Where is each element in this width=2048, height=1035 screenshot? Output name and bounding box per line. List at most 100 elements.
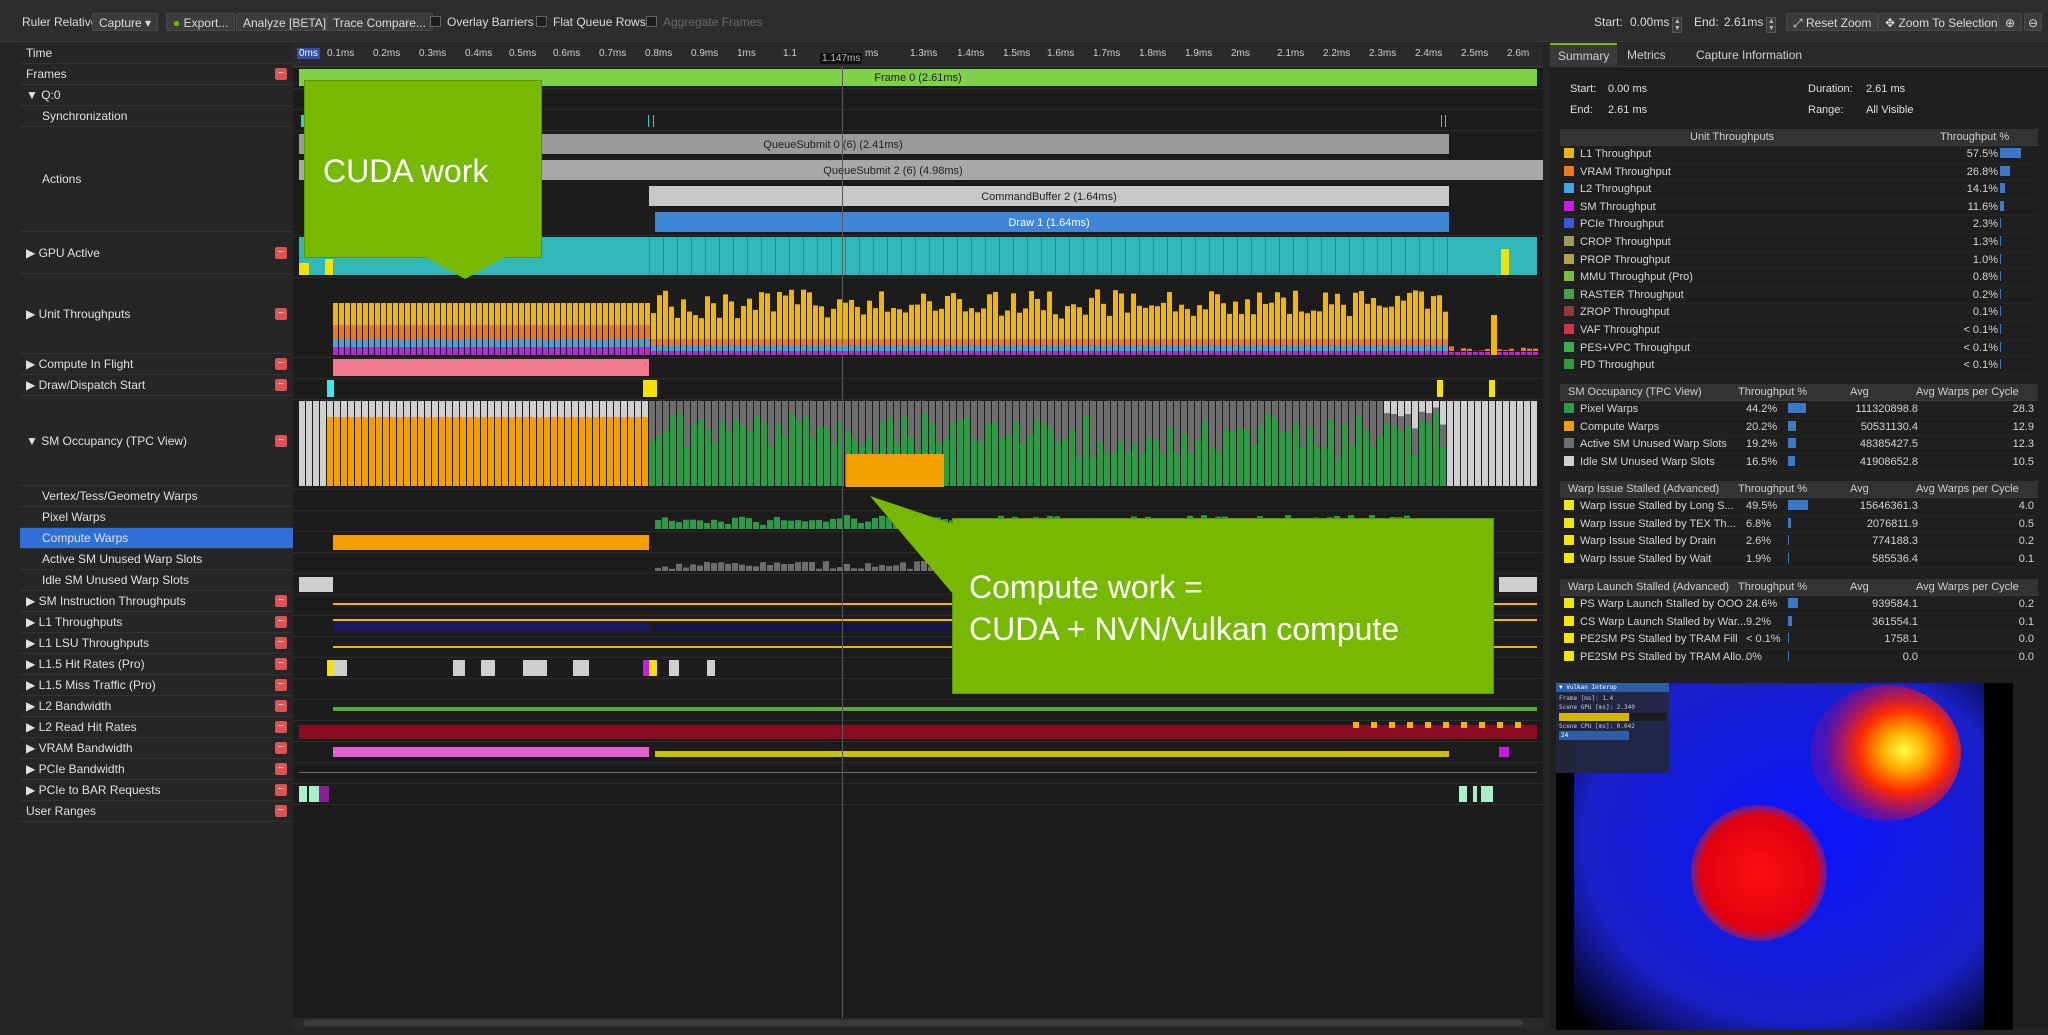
track-row[interactable]: Idle SM Unused Warp Slots <box>20 570 293 591</box>
zoom-in-button[interactable]: ⊕ <box>1998 13 2023 31</box>
track-row[interactable]: Synchronization <box>20 106 293 127</box>
end-input[interactable]: 2.61ms ▲ ▼ <box>1724 13 1777 33</box>
table-row[interactable]: RASTER Throughput 0.2% <box>1560 287 2038 305</box>
track-row[interactable]: ▶ L1.5 Miss Traffic (Pro) − <box>20 675 293 696</box>
track-row[interactable]: User Ranges − <box>20 801 293 822</box>
column-header[interactable]: Warp Issue Stalled (Advanced) <box>1568 483 1719 495</box>
remove-row-icon[interactable]: − <box>275 246 287 259</box>
remove-row-icon[interactable]: − <box>275 379 287 391</box>
table-row[interactable]: L2 Throughput 14.1% <box>1560 181 2038 199</box>
export-button[interactable]: ● Export... <box>166 13 236 31</box>
remove-row-icon[interactable]: − <box>275 307 287 320</box>
table-row[interactable]: PCIe Throughput 2.3% <box>1560 216 2038 234</box>
trace-compare-button[interactable]: Trace Compare... <box>326 13 433 31</box>
track-row[interactable]: Active SM Unused Warp Slots <box>20 549 293 570</box>
flat-queue-rows-toggle[interactable]: Flat Queue Rows <box>536 13 646 31</box>
track-row[interactable]: ▶ Compute In Flight − <box>20 354 293 375</box>
tab-capture-information[interactable]: Capture Information <box>1688 43 1810 67</box>
table-row[interactable]: PD Throughput < 0.1% <box>1560 357 2038 375</box>
remove-row-icon[interactable]: − <box>275 784 287 796</box>
table-row[interactable]: CROP Throughput 1.3% <box>1560 234 2038 252</box>
table-row[interactable]: VRAM Throughput 26.8% <box>1560 164 2038 182</box>
remove-row-icon[interactable]: − <box>275 763 287 775</box>
column-header[interactable]: Throughput % <box>1738 386 1807 398</box>
table-row[interactable]: PROP Throughput 1.0% <box>1560 252 2038 270</box>
track-row[interactable]: ▶ PCIe to BAR Requests − <box>20 780 293 801</box>
remove-row-icon[interactable]: − <box>275 805 287 817</box>
table-row[interactable]: Compute Warps 50531130.4 12.9 20.2% <box>1560 419 2038 437</box>
remove-row-icon[interactable]: − <box>275 700 287 712</box>
track-row[interactable]: ▶ PCIe Bandwidth − <box>20 759 293 780</box>
track-row[interactable]: ▶ SM Instruction Throughputs − <box>20 591 293 612</box>
table-row[interactable]: Warp Issue Stalled by Long S... 15646361.… <box>1560 498 2038 516</box>
column-header[interactable]: Throughput % <box>1738 581 1807 593</box>
column-header[interactable]: Warp Launch Stalled (Advanced) <box>1568 581 1729 593</box>
track-row[interactable]: ▶ L1 Throughputs − <box>20 612 293 633</box>
table-row[interactable]: PE2SM PS Stalled by TRAM Allo... 0.0 0.0 0% <box>1560 649 2038 667</box>
track-row[interactable]: ▶ Draw/Dispatch Start − <box>20 375 293 396</box>
column-header[interactable]: Throughput % <box>1738 483 1807 495</box>
overlay-input[interactable]: 24 <box>1559 731 1629 740</box>
table-row[interactable]: PES+VPC Throughput < 0.1% <box>1560 340 2038 358</box>
table-row[interactable]: Warp Issue Stalled by TEX Th... 2076811.9… <box>1560 516 2038 534</box>
tab-summary[interactable]: Summary <box>1550 43 1618 67</box>
track-row[interactable]: Time <box>20 43 293 64</box>
remove-row-icon[interactable]: − <box>275 595 287 607</box>
track-row[interactable]: Pixel Warps <box>20 507 293 528</box>
column-header[interactable]: Avg <box>1850 483 1869 495</box>
track-row[interactable]: Frames − <box>20 64 293 85</box>
remove-row-icon[interactable]: − <box>275 637 287 649</box>
column-header[interactable]: Throughput % <box>1940 131 2009 143</box>
table-row[interactable]: Active SM Unused Warp Slots 48385427.5 12.… <box>1560 436 2038 454</box>
column-header[interactable]: Avg Warps per Cycle <box>1916 483 2019 495</box>
column-header[interactable]: Avg <box>1850 386 1869 398</box>
zoom-out-button[interactable]: ⊖ <box>2024 13 2043 31</box>
remove-row-icon[interactable]: − <box>275 434 287 447</box>
track-row[interactable]: ▼ SM Occupancy (TPC View) − <box>20 396 293 486</box>
track-row[interactable]: ▶ L2 Read Hit Rates − <box>20 717 293 738</box>
start-input[interactable]: 0.00ms ▲ ▼ <box>1630 13 1683 33</box>
track-row[interactable]: ▶ L1 LSU Throughputs − <box>20 633 293 654</box>
overlay-barriers-toggle[interactable]: Overlay Barriers <box>430 13 534 31</box>
table-row[interactable]: CS Warp Launch Stalled by War... 361554.1… <box>1560 614 2038 632</box>
column-header[interactable]: Avg Warps per Cycle <box>1916 386 2019 398</box>
remove-row-icon[interactable]: − <box>275 679 287 691</box>
table-row[interactable]: Pixel Warps 111320898.8 28.3 44.2% <box>1560 401 2038 419</box>
track-row[interactable]: ▶ GPU Active − <box>20 232 293 274</box>
aggregate-frames-toggle[interactable]: Aggregate Frames <box>646 13 762 31</box>
horizontal-scrollbar[interactable] <box>293 1018 1543 1028</box>
scrollbar-thumb[interactable] <box>303 1020 1523 1026</box>
column-header[interactable]: Avg <box>1850 581 1869 593</box>
column-header[interactable]: Unit Throughputs <box>1690 131 1774 143</box>
table-row[interactable]: SM Throughput 11.6% <box>1560 199 2038 217</box>
track-row[interactable]: ▶ L2 Bandwidth − <box>20 696 293 717</box>
track-row[interactable]: Actions <box>20 127 293 232</box>
spinner-icon[interactable]: ▲ ▼ <box>1672 17 1683 33</box>
table-row[interactable]: MMU Throughput (Pro) 0.8% <box>1560 269 2038 287</box>
remove-row-icon[interactable]: − <box>275 358 287 370</box>
analyze-button[interactable]: Analyze [BETA] <box>236 13 334 31</box>
track-row[interactable]: ▶ VRAM Bandwidth − <box>20 738 293 759</box>
remove-row-icon[interactable]: − <box>275 658 287 670</box>
tab-metrics[interactable]: Metrics <box>1619 43 1674 67</box>
remove-row-icon[interactable]: − <box>275 616 287 628</box>
track-row[interactable]: Vertex/Tess/Geometry Warps <box>20 486 293 507</box>
column-header[interactable]: SM Occupancy (TPC View) <box>1568 386 1702 398</box>
reset-zoom-button[interactable]: ⤢ Reset Zoom <box>1786 13 1879 31</box>
spinner-icon[interactable]: ▲ ▼ <box>1766 17 1777 33</box>
table-row[interactable]: Warp Issue Stalled by Wait 585536.4 0.1 1.9… <box>1560 551 2038 569</box>
remove-row-icon[interactable]: − <box>275 68 287 80</box>
table-row[interactable]: Warp Issue Stalled by Drain 774188.3 0.2 2.… <box>1560 533 2038 551</box>
table-row[interactable]: L1 Throughput 57.5% <box>1560 146 2038 164</box>
track-row[interactable]: ▼ Q:0 <box>20 85 293 106</box>
remove-row-icon[interactable]: − <box>275 742 287 754</box>
table-row[interactable]: PS Warp Launch Stalled by OOO ... 939584.… <box>1560 596 2038 614</box>
remove-row-icon[interactable]: − <box>275 721 287 733</box>
table-row[interactable]: ZROP Throughput 0.1% <box>1560 304 2038 322</box>
track-row[interactable]: Compute Warps <box>20 528 293 549</box>
time-ruler[interactable]: 0ms 0.1ms 0.2ms 0.3ms 0.4ms 0.5ms 0.6ms 0.7ms 0.… <box>293 43 1543 67</box>
table-row[interactable]: Idle SM Unused Warp Slots 41908652.8 10.5 1… <box>1560 454 2038 472</box>
column-header[interactable]: Avg Warps per Cycle <box>1916 581 2019 593</box>
track-row[interactable]: ▶ L1.5 Hit Rates (Pro) − <box>20 654 293 675</box>
zoom-to-selection-button[interactable]: ✥ Zoom To Selection <box>1878 13 2005 31</box>
